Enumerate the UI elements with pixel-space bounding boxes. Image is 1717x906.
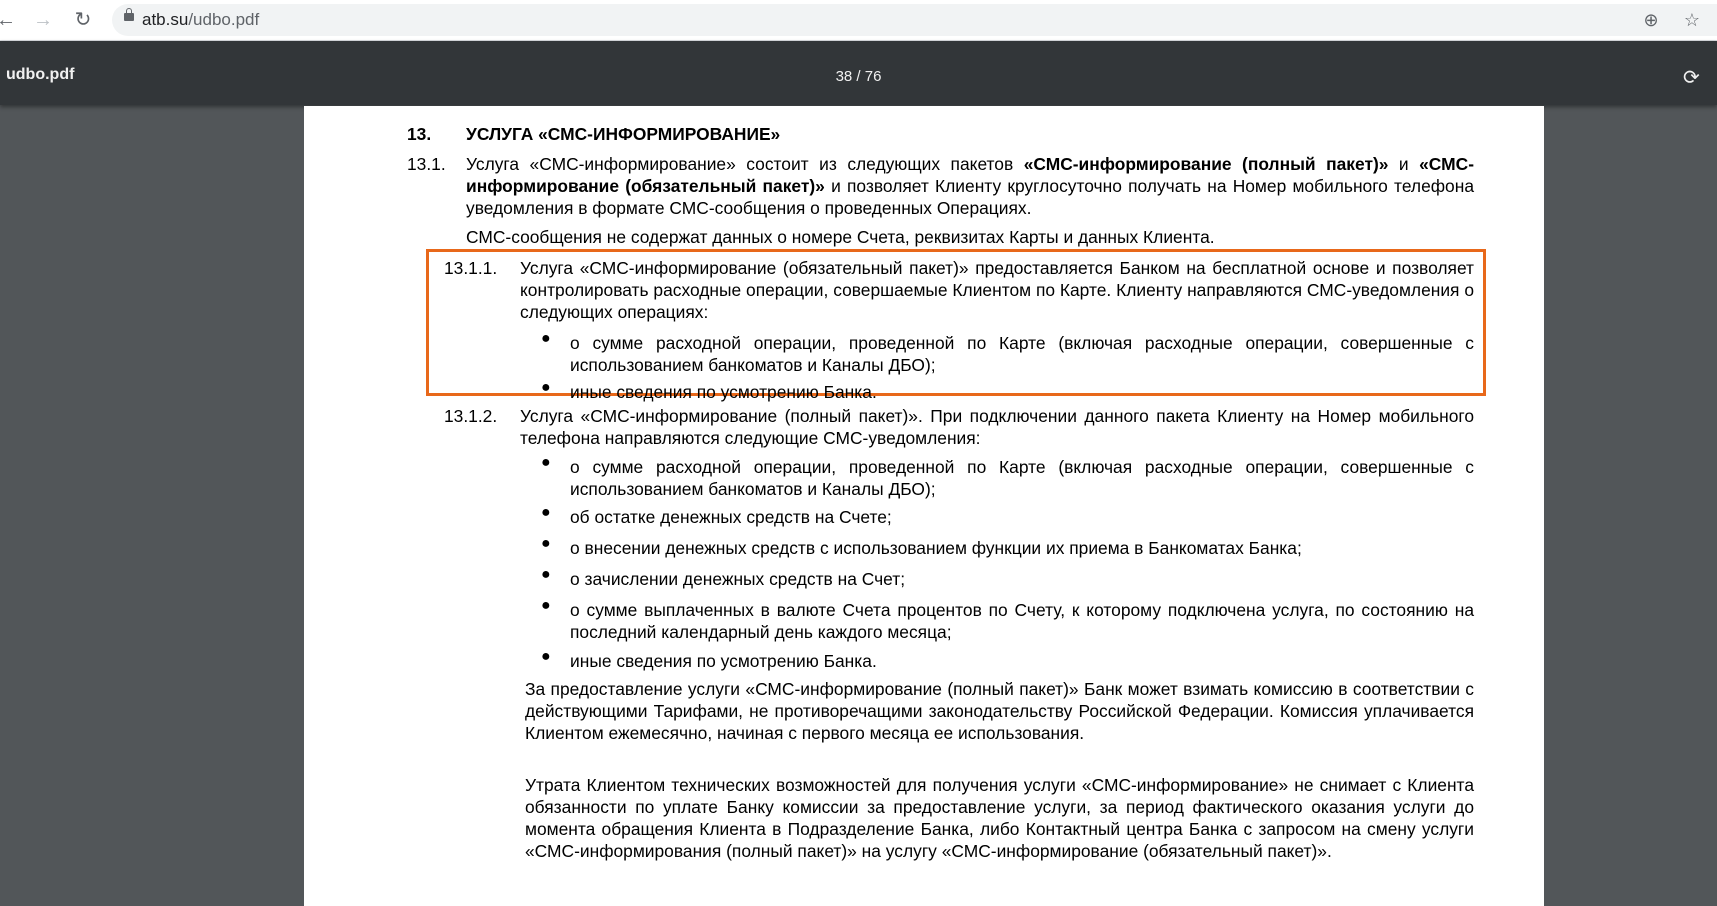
- pdf-page: 13. УСЛУГА «СМС-ИНФОРМИРОВАНИЕ» 13.1. Ус…: [304, 106, 1544, 906]
- lock-icon: [124, 8, 134, 21]
- bullet-icon: ●: [541, 597, 551, 614]
- bullet-icon: ●: [541, 379, 551, 396]
- address-bar[interactable]: atb.su/udbo.pdf ⊕ ☆: [112, 4, 1717, 36]
- clause-13-1-2-number: 13.1.2.: [444, 406, 498, 426]
- list-item: о внесении денежных средств с использова…: [570, 538, 1302, 558]
- clause-13-1-text: Услуга «СМС-информирование» состоит из с…: [466, 154, 1475, 218]
- commission-paragraph: За предоставление услуги «СМС-информиров…: [525, 679, 1474, 743]
- clause-13-1-1-number: 13.1.1.: [444, 258, 498, 278]
- reload-icon[interactable]: ↻: [71, 8, 95, 32]
- list-item: об остатке денежных средств на Счете;: [570, 507, 892, 527]
- list-item: о сумме выплаченных в валюте Счета проце…: [570, 600, 1474, 642]
- page-indicator[interactable]: 38 / 76: [0, 68, 1717, 85]
- bullet-icon: ●: [541, 648, 551, 665]
- browser-toolbar: ← → ↻ atb.su/udbo.pdf ⊕ ☆: [0, 0, 1717, 41]
- clause-13-1-number: 13.1.: [407, 154, 446, 174]
- list-item: иные сведения по усмотрению Банка.: [570, 651, 877, 671]
- bullet-icon: ●: [541, 330, 551, 347]
- bullet-icon: ●: [541, 566, 551, 583]
- list-item: о зачислении денежных средств на Счет;: [570, 569, 906, 589]
- star-icon[interactable]: ☆: [1680, 8, 1704, 32]
- forward-icon[interactable]: →: [31, 8, 55, 32]
- bullet-icon: ●: [541, 535, 551, 552]
- pdf-toolbar: udbo.pdf 38 / 76 ⟳: [0, 41, 1717, 105]
- section-title: УСЛУГА «СМС-ИНФОРМИРОВАНИЕ»: [466, 124, 781, 144]
- bullet-icon: ●: [541, 454, 551, 471]
- clause-13-1-2-text: Услуга «СМС-информирование (полный пакет…: [520, 406, 1474, 448]
- loss-paragraph: Утрата Клиентом технических возможностей…: [525, 775, 1474, 861]
- url-text: atb.su/udbo.pdf: [142, 10, 260, 29]
- rotate-icon[interactable]: ⟳: [1683, 65, 1700, 90]
- clause-13-1-note: СМС-сообщения не содержат данных о номер…: [466, 227, 1215, 247]
- clause-13-1-1-text: Услуга «СМС-информирование (обязательный…: [520, 258, 1474, 322]
- list-item: иные сведения по усмотрению Банка.: [570, 382, 877, 402]
- list-item: о сумме расходной операции, проведенной …: [570, 457, 1474, 499]
- bullet-icon: ●: [541, 504, 551, 521]
- list-item: о сумме расходной операции, проведенной …: [570, 333, 1474, 375]
- section-number: 13.: [407, 124, 432, 144]
- back-icon[interactable]: ←: [0, 8, 18, 32]
- zoom-icon[interactable]: ⊕: [1639, 8, 1663, 32]
